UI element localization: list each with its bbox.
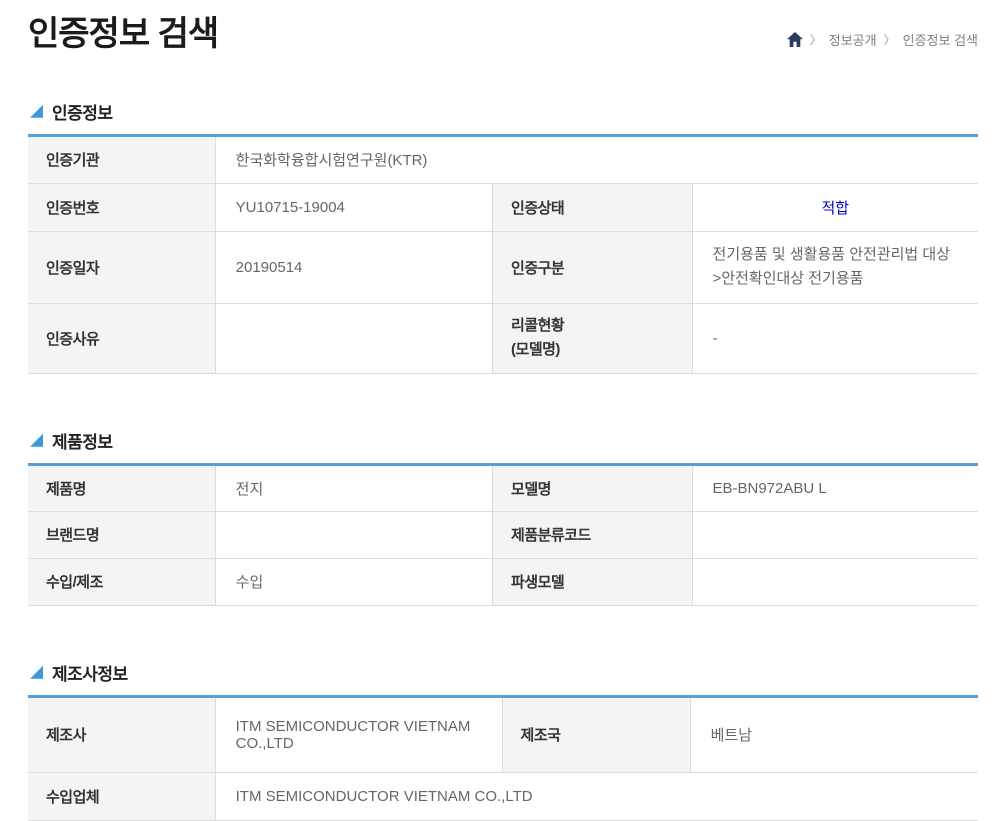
- certification-info-table: 인증기관 한국화학융합시험연구원(KTR) 인증번호 YU10715-19004…: [28, 133, 978, 374]
- product-info-table: 제품명 전지 모델명 EB-BN972ABU L 브랜드명 제품분류코드 수입/…: [28, 462, 978, 606]
- page-title: 인증정보 검색: [28, 15, 219, 53]
- section-title: 제조사정보: [52, 664, 128, 684]
- value-product-class-code: [691, 510, 978, 559]
- label-import-manufacture: 수입/제조: [28, 557, 216, 606]
- section-marker-triangle-icon: [30, 433, 43, 447]
- value-cert-status: 적합: [691, 182, 978, 232]
- label-cert-date: 인증일자: [28, 230, 216, 304]
- page-header: 인증정보 검색 〉 정보공개 〉 인증정보 검색: [28, 14, 978, 55]
- label-recall-status: 리콜현황 (모델명): [492, 302, 693, 374]
- page-container: 인증정보 검색 〉 정보공개 〉 인증정보 검색 인증정보 인증기관 한국화학융…: [0, 0, 1007, 821]
- section-manufacturer-info: 제조사정보 제조사 ITM SEMICONDUCTOR VIETNAM CO.,…: [28, 660, 978, 821]
- label-manufacturer: 제조사: [28, 696, 216, 773]
- table-row: 제품명 전지 모델명 EB-BN972ABU L: [28, 464, 978, 512]
- value-product-name: 전지: [214, 464, 493, 512]
- breadcrumb-separator: 〉: [883, 32, 896, 47]
- table-row: 제조사 ITM SEMICONDUCTOR VIETNAM CO.,LTD 제조…: [28, 696, 978, 773]
- value-importer: ITM SEMICONDUCTOR VIETNAM CO.,LTD: [214, 771, 978, 821]
- label-product-name: 제품명: [28, 464, 216, 512]
- table-row: 수입/제조 수입 파생모델: [28, 557, 978, 606]
- section-title: 인증정보: [52, 103, 113, 123]
- breadcrumb-item-info-disclosure[interactable]: 정보공개: [829, 30, 877, 49]
- value-recall-status: -: [691, 302, 978, 374]
- breadcrumb-item-current-page: 인증정보 검색: [902, 32, 978, 48]
- label-cert-agency: 인증기관: [28, 135, 216, 184]
- label-cert-number: 인증번호: [28, 182, 216, 232]
- value-manufacture-country: 베트남: [689, 696, 978, 773]
- section-title: 제품정보: [52, 432, 113, 452]
- section-marker-triangle-icon: [30, 104, 43, 118]
- label-cert-category: 인증구분: [492, 230, 693, 304]
- table-row: 인증일자 20190514 인증구분 전기용품 및 생활용품 안전관리법 대상 …: [28, 230, 978, 304]
- table-row: 브랜드명 제품분류코드: [28, 510, 978, 559]
- value-brand-name: [214, 510, 493, 559]
- value-cert-number: YU10715-19004: [214, 182, 493, 232]
- label-manufacture-country: 제조국: [501, 696, 691, 773]
- label-cert-reason: 인증사유: [28, 302, 216, 374]
- value-cert-category: 전기용품 및 생활용품 안전관리법 대상 >안전확인대상 전기용품: [691, 230, 978, 304]
- label-product-class-code: 제품분류코드: [492, 510, 693, 559]
- breadcrumb-separator: 〉: [809, 32, 822, 47]
- table-row: 인증기관 한국화학융합시험연구원(KTR): [28, 135, 978, 184]
- section-header: 제품정보: [30, 428, 978, 453]
- section-product-info: 제품정보 제품명 전지 모델명 EB-BN972ABU L 브랜드명 제품분류코…: [28, 428, 978, 606]
- label-brand-name: 브랜드명: [28, 510, 216, 559]
- table-row: 인증번호 YU10715-19004 인증상태 적합: [28, 182, 978, 232]
- table-row: 인증사유 리콜현황 (모델명) -: [28, 302, 978, 374]
- section-certification-info: 인증정보 인증기관 한국화학융합시험연구원(KTR) 인증번호 YU10715-…: [28, 99, 978, 374]
- label-importer: 수입업체: [28, 771, 216, 821]
- label-model-name: 모델명: [492, 464, 693, 512]
- breadcrumb: 〉 정보공개 〉 인증정보 검색: [786, 30, 978, 55]
- value-import-manufacture: 수입: [214, 557, 493, 606]
- section-header: 제조사정보: [30, 660, 978, 685]
- value-derived-model: [691, 557, 978, 606]
- home-icon[interactable]: [786, 31, 803, 47]
- value-cert-agency: 한국화학융합시험연구원(KTR): [214, 135, 978, 184]
- section-marker-triangle-icon: [30, 665, 43, 679]
- label-derived-model: 파생모델: [492, 557, 693, 606]
- manufacturer-info-table: 제조사 ITM SEMICONDUCTOR VIETNAM CO.,LTD 제조…: [28, 694, 978, 821]
- label-cert-status: 인증상태: [492, 182, 693, 232]
- section-header: 인증정보: [30, 99, 978, 124]
- value-model-name: EB-BN972ABU L: [691, 464, 978, 512]
- value-manufacturer: ITM SEMICONDUCTOR VIETNAM CO.,LTD: [214, 696, 503, 773]
- table-row: 수입업체 ITM SEMICONDUCTOR VIETNAM CO.,LTD: [28, 771, 978, 821]
- value-cert-reason: [214, 302, 493, 374]
- value-cert-date: 20190514: [214, 230, 493, 304]
